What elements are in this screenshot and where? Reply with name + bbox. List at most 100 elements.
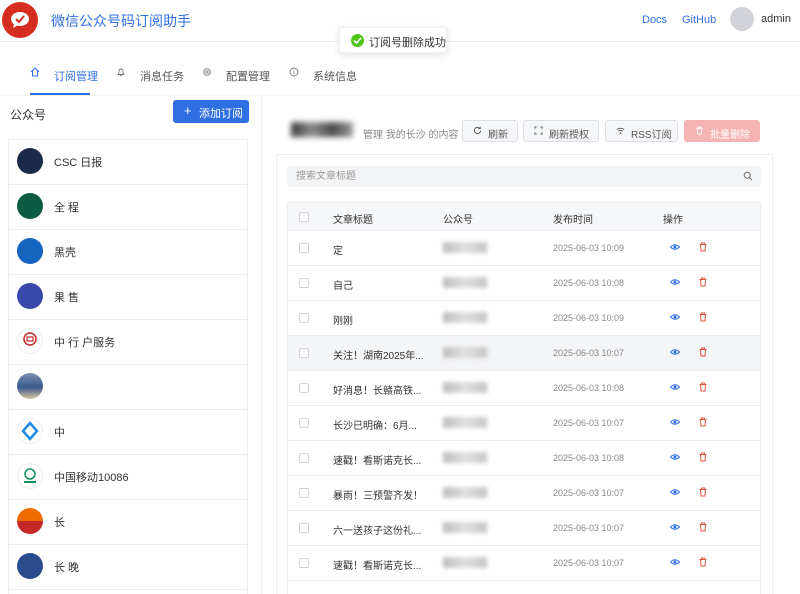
article-title[interactable]: 六一送孩子这份礼... xyxy=(333,522,428,537)
delete-icon[interactable] xyxy=(698,242,708,252)
batch-delete-button[interactable]: 批量删除 xyxy=(684,120,760,142)
row-checkbox[interactable] xyxy=(299,523,309,533)
check-circle-icon xyxy=(351,34,364,47)
refresh-button[interactable]: 刷新 xyxy=(462,120,518,142)
account-item[interactable]: 长 晚 xyxy=(9,545,247,590)
account-avatar xyxy=(17,148,43,174)
view-icon[interactable] xyxy=(670,382,680,392)
account-name: 果 售 xyxy=(54,292,80,304)
docs-link[interactable]: Docs xyxy=(642,14,667,26)
row-checkbox[interactable] xyxy=(299,488,309,498)
delete-icon[interactable] xyxy=(698,522,708,532)
account-blurred xyxy=(443,417,487,428)
row-checkbox[interactable] xyxy=(299,418,309,428)
table-row[interactable]: 六一送孩子这份礼... 2025-06-03 10:07 xyxy=(288,511,760,546)
view-icon[interactable] xyxy=(670,487,680,497)
account-name: 中 xyxy=(54,427,65,439)
row-checkbox[interactable] xyxy=(299,243,309,253)
account-avatar xyxy=(17,508,43,534)
publish-time: 2025-06-03 10:07 xyxy=(553,488,625,498)
row-checkbox[interactable] xyxy=(299,558,309,568)
github-link[interactable]: GitHub xyxy=(682,14,716,26)
publish-time: 2025-06-03 10:09 xyxy=(553,243,625,253)
bell-icon xyxy=(117,68,125,76)
plus-icon: + xyxy=(184,103,192,118)
article-title[interactable]: 刚刚 xyxy=(333,312,428,327)
table-row[interactable]: 速戳！看斯诺克长... 2025-06-03 10:08 xyxy=(288,441,760,476)
delete-icon[interactable] xyxy=(698,417,708,427)
refresh-icon xyxy=(473,126,482,134)
row-checkbox[interactable] xyxy=(299,278,309,288)
app-logo[interactable] xyxy=(2,2,38,38)
account-item[interactable]: 中 xyxy=(9,410,247,455)
article-title[interactable]: 自己 xyxy=(333,277,428,292)
view-icon[interactable] xyxy=(670,452,680,462)
view-icon[interactable] xyxy=(670,417,680,427)
add-subscription-button[interactable]: + 添加订阅 xyxy=(173,100,249,123)
article-title[interactable]: 定 xyxy=(333,242,428,257)
account-name: 全 程 xyxy=(54,202,80,214)
view-icon[interactable] xyxy=(670,522,680,532)
refresh-auth-button[interactable]: 刷新授权 xyxy=(523,120,599,142)
rss-subscribe-button[interactable]: RSS订阅 xyxy=(605,120,678,142)
publish-time: 2025-06-03 10:07 xyxy=(553,558,625,568)
table-row[interactable]: 自己 2025-06-03 10:08 xyxy=(288,266,760,301)
table-row[interactable]: 长沙已明确：6月... 2025-06-03 10:07 xyxy=(288,406,760,441)
table-row[interactable]: 速戳！看斯诺克长... 2025-06-03 10:07 xyxy=(288,546,760,581)
delete-icon[interactable] xyxy=(698,312,708,322)
delete-icon[interactable] xyxy=(698,382,708,392)
account-item[interactable]: CSC 日报 xyxy=(9,140,247,185)
table-row[interactable]: 定 2025-06-03 10:09 xyxy=(288,231,760,266)
table-row[interactable]: 暴雨！三预警齐发！ 2025-06-03 10:07 xyxy=(288,476,760,511)
table-header: 文章标题 公众号 发布时间 操作 xyxy=(288,203,760,231)
article-title[interactable]: 暴雨！三预警齐发！ xyxy=(333,487,428,502)
account-item[interactable]: 长 xyxy=(9,500,247,545)
tab-label: 配置管理 xyxy=(226,71,270,83)
select-all-checkbox[interactable] xyxy=(299,212,309,222)
article-title[interactable]: 速戳！看斯诺克长... xyxy=(333,452,428,467)
account-item[interactable]: 果 售 xyxy=(9,275,247,320)
account-item[interactable]: 黑壳 xyxy=(9,230,247,275)
publish-time: 2025-06-03 10:07 xyxy=(553,523,625,533)
account-item[interactable]: 全 程 xyxy=(9,185,247,230)
table-row[interactable]: 好消息！长赣高铁... 2025-06-03 10:08 xyxy=(288,371,760,406)
article-title[interactable]: 好消息！长赣高铁... xyxy=(333,382,428,397)
search-icon[interactable] xyxy=(743,171,753,181)
publish-time: 2025-06-03 10:08 xyxy=(553,453,625,463)
manage-description: 管理 我的长沙 的内容 xyxy=(363,130,459,141)
view-icon[interactable] xyxy=(670,557,680,567)
panel-divider xyxy=(261,96,262,594)
row-checkbox[interactable] xyxy=(299,348,309,358)
expand-icon xyxy=(534,126,543,135)
view-icon[interactable] xyxy=(670,242,680,252)
toast-message: 订阅号删除成功 xyxy=(369,37,446,49)
row-checkbox[interactable] xyxy=(299,453,309,463)
view-icon[interactable] xyxy=(670,347,680,357)
account-item[interactable] xyxy=(9,365,247,410)
table-row[interactable]: 关注！湖南2025年... 2025-06-03 10:07 xyxy=(288,336,760,371)
account-item[interactable]: 中 行 户服务 xyxy=(9,320,247,365)
delete-icon[interactable] xyxy=(698,557,708,567)
table-row[interactable]: 刚刚 2025-06-03 10:09 xyxy=(288,301,760,336)
article-title[interactable]: 速戳！看斯诺克长... xyxy=(333,557,428,572)
publish-time: 2025-06-03 10:08 xyxy=(553,278,625,288)
user-name[interactable]: admin xyxy=(761,13,791,25)
trash-icon xyxy=(696,126,703,135)
account-blurred xyxy=(443,312,487,323)
user-avatar[interactable] xyxy=(730,7,754,31)
view-icon[interactable] xyxy=(670,312,680,322)
view-icon[interactable] xyxy=(670,277,680,287)
account-item[interactable]: 中国移动10086 xyxy=(9,455,247,500)
account-name: 长 xyxy=(54,517,65,529)
delete-icon[interactable] xyxy=(698,277,708,287)
account-avatar xyxy=(17,238,43,264)
delete-icon[interactable] xyxy=(698,347,708,357)
row-checkbox[interactable] xyxy=(299,313,309,323)
info-icon xyxy=(289,67,299,77)
row-checkbox[interactable] xyxy=(299,383,309,393)
delete-icon[interactable] xyxy=(698,487,708,497)
search-input[interactable] xyxy=(287,166,761,187)
delete-icon[interactable] xyxy=(698,452,708,462)
article-title[interactable]: 长沙已明确：6月... xyxy=(333,417,428,432)
article-title[interactable]: 关注！湖南2025年... xyxy=(333,347,428,362)
